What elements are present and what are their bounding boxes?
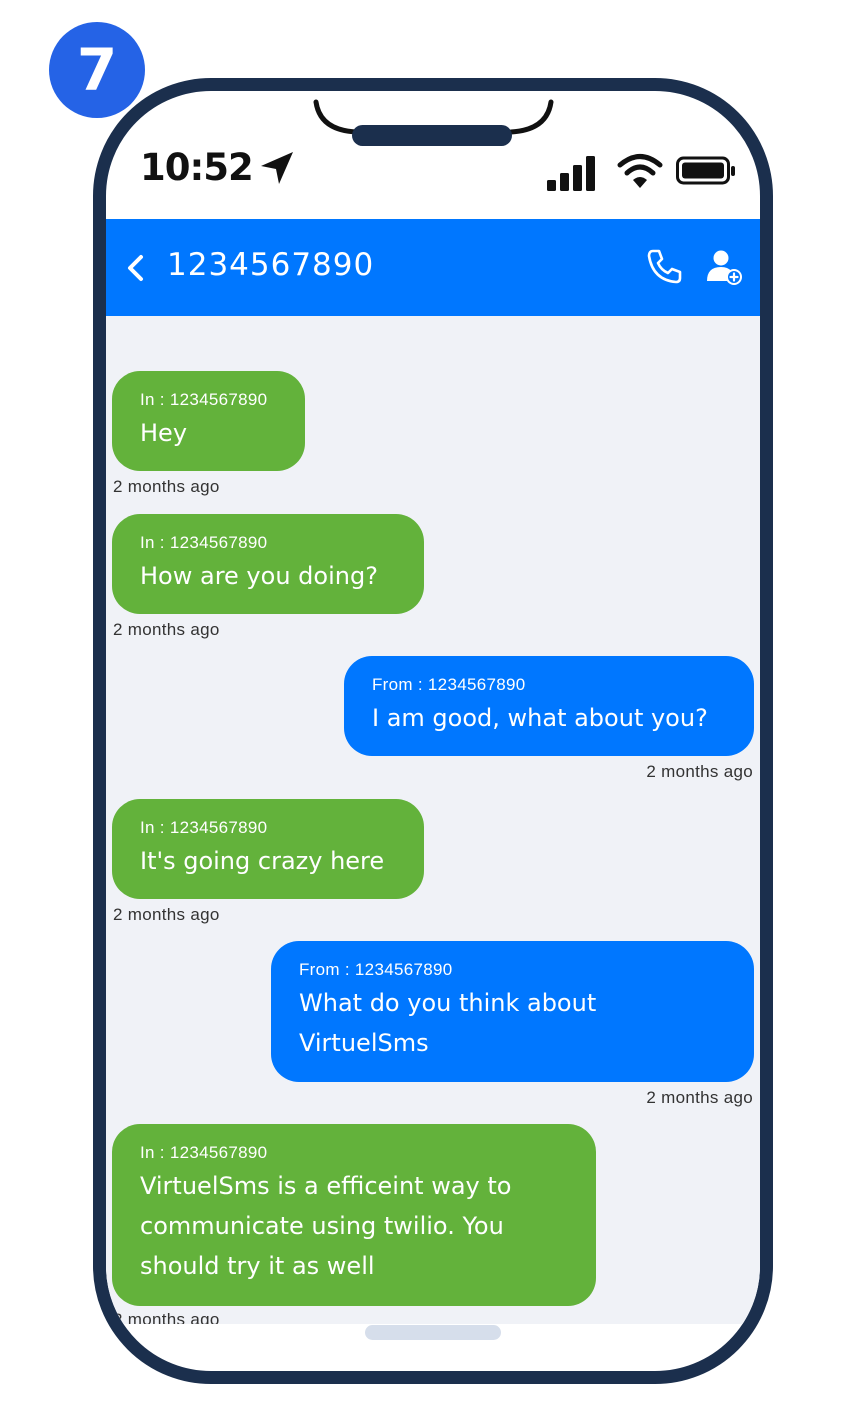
step-number-badge: 7	[49, 22, 145, 118]
incoming-message-bubble[interactable]: In : 1234567890 It's going crazy here	[112, 799, 424, 899]
message-sender: In : 1234567890	[140, 390, 268, 409]
message-text: What do you think about VirtuelSms	[299, 989, 597, 1057]
message-timestamp: 2 months ago	[113, 477, 220, 496]
wifi-icon	[617, 154, 663, 188]
back-button[interactable]	[118, 246, 154, 290]
incoming-message-bubble[interactable]: In : 1234567890 Hey	[112, 371, 305, 471]
incoming-message-bubble[interactable]: In : 1234567890 How are you doing?	[112, 514, 424, 614]
message-sender: From : 1234567890	[299, 960, 453, 979]
incoming-message-bubble[interactable]: In : 1234567890 VirtuelSms is a efficein…	[112, 1124, 596, 1306]
message-list[interactable]: In : 1234567890 Hey 2 months ago In : 12…	[106, 316, 760, 1324]
message-sender: In : 1234567890	[140, 533, 268, 552]
message-sender: In : 1234567890	[140, 1143, 268, 1162]
conversation-header: 1234567890	[106, 219, 760, 316]
message-text: It's going crazy here	[140, 847, 385, 875]
status-bar: 10:52	[106, 91, 760, 219]
message-text: Hey	[140, 419, 188, 447]
message-timestamp: 2 months ago	[646, 762, 753, 781]
message-timestamp: 2 months ago	[646, 1088, 753, 1107]
message-sender: In : 1234567890	[140, 818, 268, 837]
message-text: I am good, what about you?	[372, 704, 708, 732]
add-user-icon	[707, 250, 742, 285]
phone-icon	[647, 249, 682, 284]
message-sender: From : 1234567890	[372, 675, 526, 694]
outgoing-message-bubble[interactable]: From : 1234567890 What do you think abou…	[271, 941, 754, 1082]
message-timestamp: 2 months ago	[113, 905, 220, 924]
status-time: 10:52	[140, 146, 254, 189]
chevron-left-icon	[128, 255, 143, 281]
add-contact-button[interactable]	[704, 246, 746, 288]
phone-frame: 10:52 1234567890 In: 1234567890 Hey 2 m…	[93, 78, 773, 1384]
location-arrow-icon	[261, 152, 293, 184]
cellular-signal-icon	[547, 156, 595, 191]
message-timestamp: 2 months ago	[113, 620, 220, 639]
home-indicator[interactable]	[365, 1325, 501, 1340]
outgoing-message-bubble[interactable]: From : 1234567890 I am good, what about …	[344, 656, 754, 756]
message-text: VirtuelSms is a efficeint way to communi…	[140, 1172, 512, 1280]
message-text: How are you doing?	[140, 562, 378, 590]
message-timestamp: 2 months ago	[113, 1310, 220, 1324]
battery-icon	[676, 156, 735, 185]
call-button[interactable]	[643, 246, 685, 288]
contact-number-title: 1234567890	[167, 247, 375, 283]
